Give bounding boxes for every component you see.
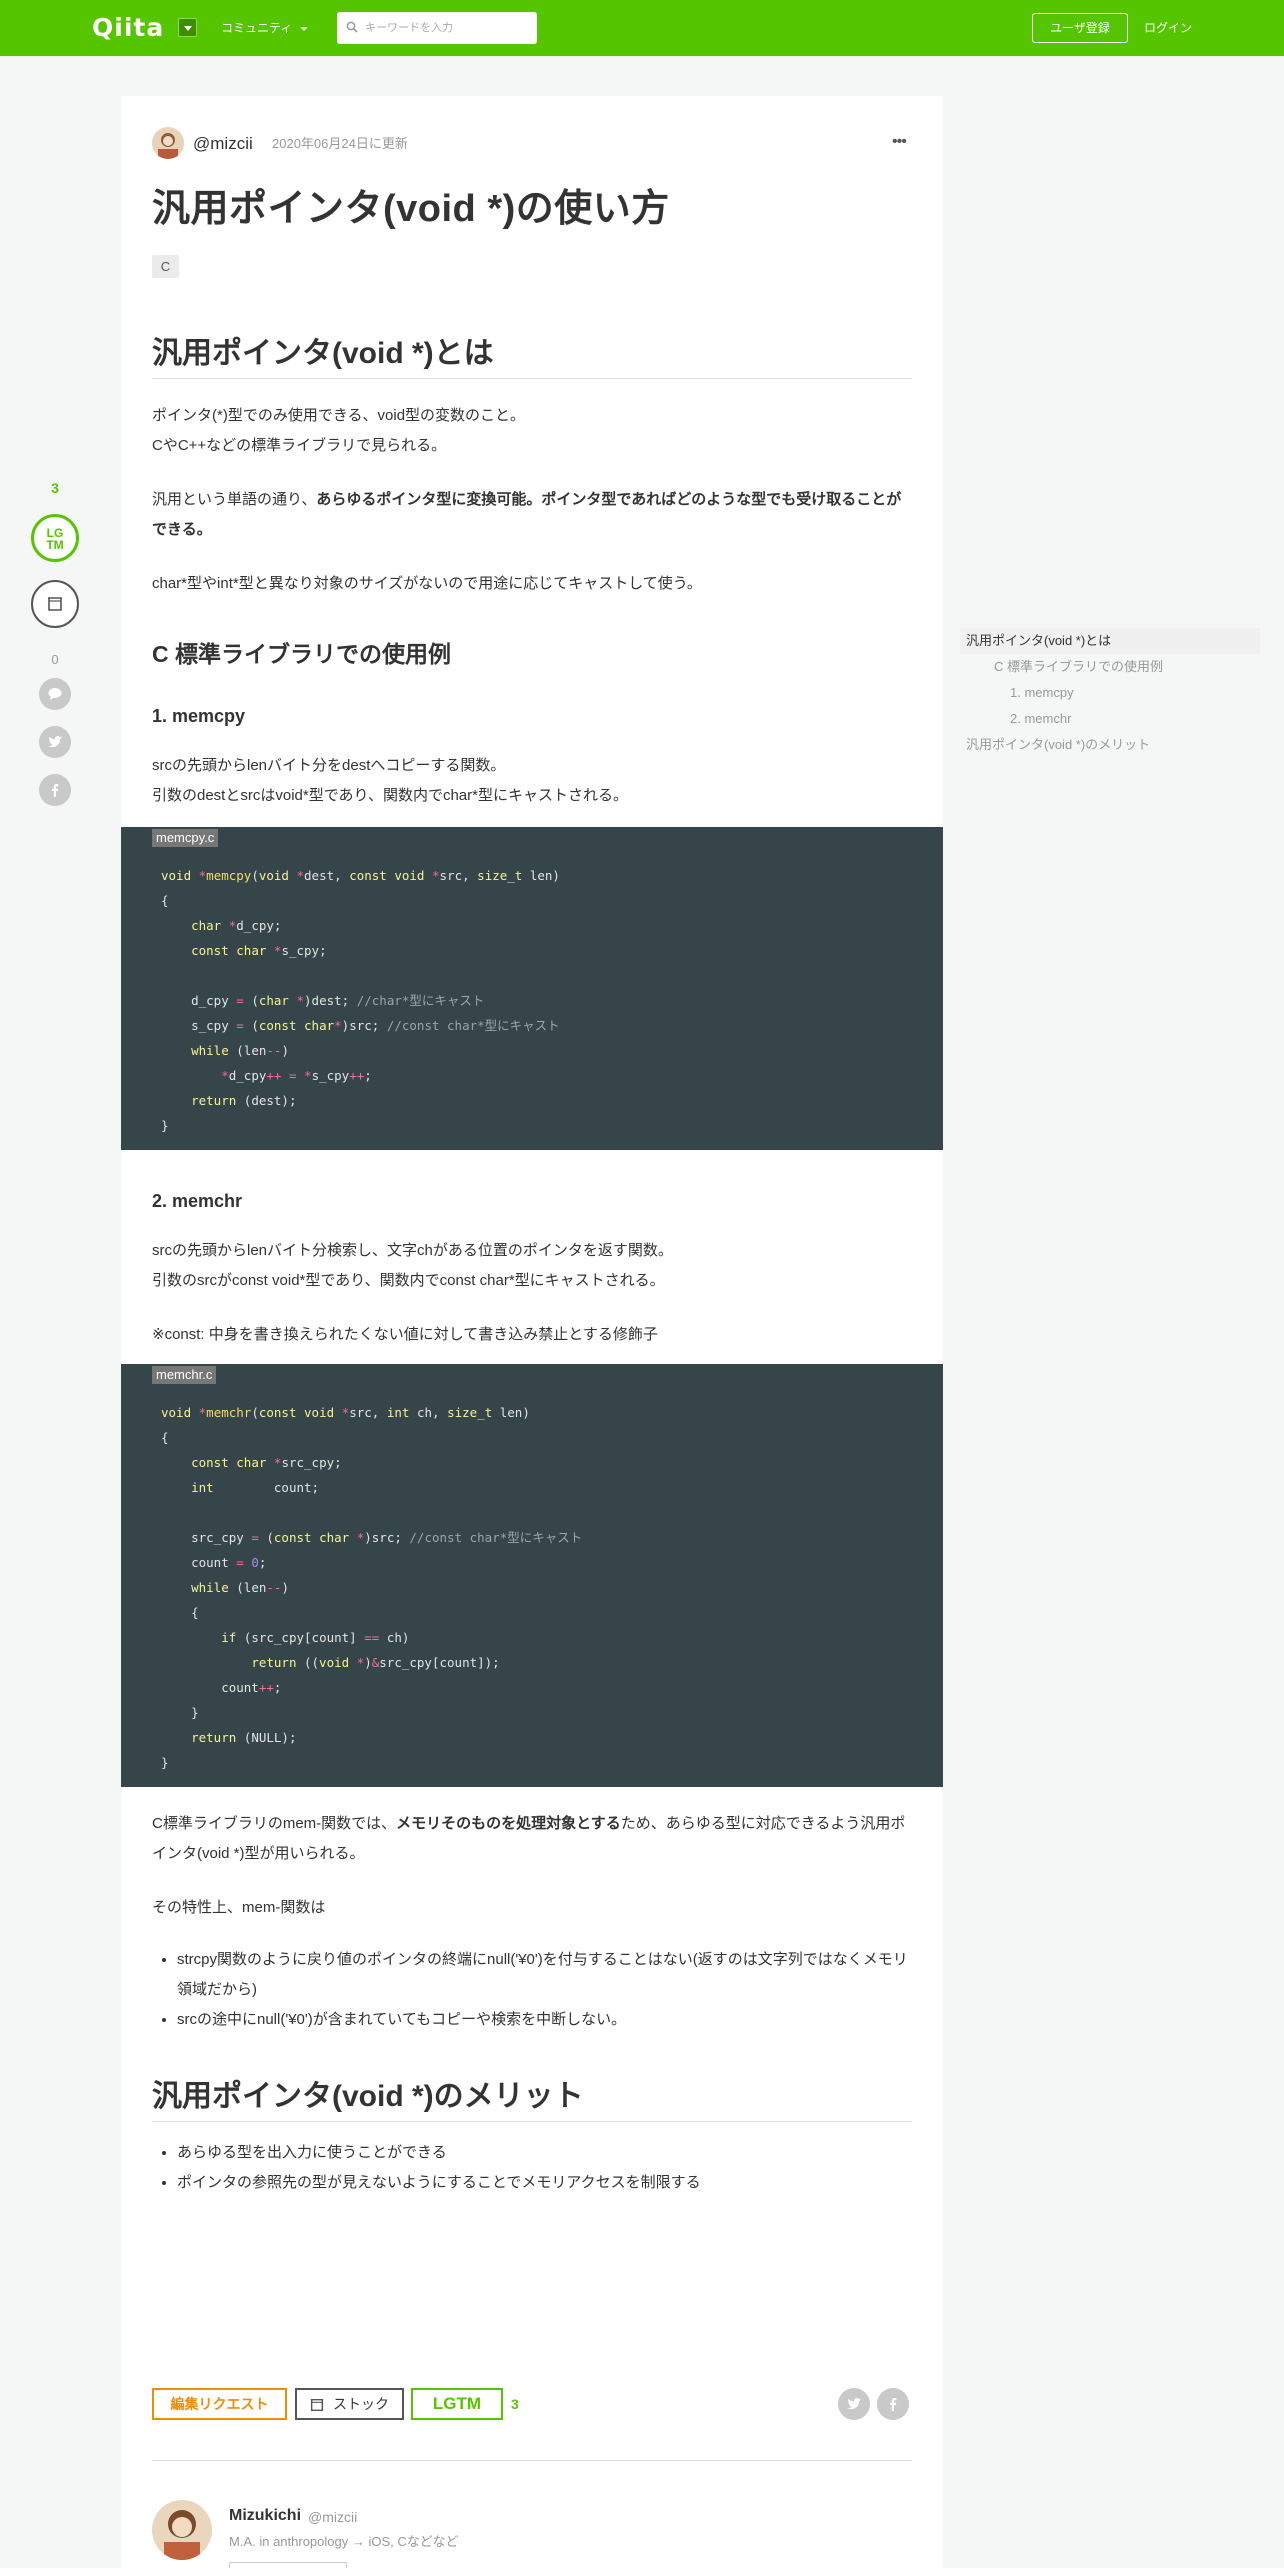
toc-item[interactable]: 2. memchr — [960, 706, 1260, 732]
paragraph-generic: 汎用という単語の通り、あらゆるポインタ型に変換可能。ポインタ型であればどのような… — [152, 485, 912, 545]
toc-item[interactable]: 汎用ポインタ(void *)のメリット — [960, 732, 1260, 758]
page-title: 汎用ポインタ(void *)の使い方 — [152, 188, 670, 230]
search-icon — [346, 21, 358, 33]
edit-request-button[interactable]: 編集リクエスト — [152, 2388, 287, 2420]
lgtm-button[interactable]: LG TM — [31, 514, 79, 562]
twitter-icon — [48, 736, 62, 748]
heading-lib: C 標準ライブラリでの使用例 — [152, 641, 451, 667]
paragraph-summary: C標準ライブラリのmem-関数では、メモリそのものを処理対象とするため、あらゆる… — [152, 1809, 912, 1869]
lgtm-label-bottom: TM — [46, 538, 64, 552]
stock-label: ストック — [333, 2396, 389, 2412]
paragraph-note: ※const: 中身を書き換えられたくない値に対して書き込み禁止とする修飾子 — [152, 1326, 658, 1343]
tag-c[interactable]: C — [152, 255, 179, 278]
twitter-icon — [847, 2398, 861, 2410]
heading-memchr: 2. memchr — [152, 1191, 243, 1211]
toc-item[interactable]: C 標準ライブラリでの使用例 — [960, 654, 1260, 680]
paragraph-line: srcの先頭からlenバイト分検索し、文字chがある位置のポインタを返す関数。 — [152, 1242, 673, 1259]
stock-icon — [310, 2398, 324, 2412]
paragraph-text: 汎用という単語の通り、 — [152, 491, 317, 508]
facebook-icon — [890, 2398, 897, 2411]
lgtm-count: 3 — [51, 480, 59, 496]
paragraph-line: ポインタ(*)型でのみ使用できる、void型の変数のこと。 — [152, 407, 526, 424]
facebook-share-footer[interactable] — [877, 2388, 909, 2420]
more-menu-icon[interactable]: ••• — [892, 134, 907, 150]
profile-description: M.A. in anthropology → iOS, Cなどなど — [229, 2534, 459, 2549]
paragraph-line: 引数のdestとsrcはvoid*型であり、関数内でchar*型にキャストされる… — [152, 787, 628, 804]
heading-what: 汎用ポインタ(void *)とは — [152, 334, 912, 379]
author-avatar[interactable] — [152, 127, 184, 159]
code-block-memcpy[interactable]: memcpy.c void *memcpy(void *dest, const … — [121, 827, 943, 1150]
summary-text: C標準ライブラリのmem-関数では、 — [152, 1815, 397, 1832]
search-input[interactable] — [365, 12, 533, 44]
facebook-icon — [52, 784, 59, 797]
follow-button[interactable] — [229, 2562, 347, 2568]
list-item: srcの途中にnull('¥0')が含まれていてもコピーや検索を中断しない。 — [177, 2005, 912, 2035]
signup-button[interactable]: ユーザ登録 — [1032, 13, 1128, 43]
table-of-contents: 汎用ポインタ(void *)とは C 標準ライブラリでの使用例 1. memcp… — [960, 628, 1260, 758]
comment-count: 0 — [51, 652, 59, 667]
qiita-logo[interactable]: Qiita — [92, 14, 164, 42]
article-body: 汎用ポインタ(void *)とは ポインタ(*)型でのみ使用できる、void型の… — [121, 334, 943, 2198]
merit-list: あらゆる型を出入力に使うことができる ポインタの参照先の型が見えないようにするこ… — [177, 2138, 912, 2198]
paragraph-line: 引数のsrcがconst void*型であり、関数内でconst char*型に… — [152, 1272, 665, 1289]
code-block-memchr[interactable]: memchr.c void *memchr(const void *src, i… — [121, 1364, 943, 1787]
article-card: @mizcii 2020年06月24日に更新 ••• 汎用ポインタ(void *… — [121, 96, 943, 2568]
paragraph-line: CやC++などの標準ライブラリで見られる。 — [152, 437, 447, 454]
paragraph-trait: その特性上、mem-関数は — [152, 1899, 326, 1916]
updated-date: 2020年06月24日に更新 — [272, 136, 408, 151]
author-name[interactable]: @mizcii — [193, 134, 253, 154]
paragraph-cast: char*型やint*型と異なり対象のサイズがないので用途に応じてキャストして使… — [152, 575, 702, 592]
list-item: strcpy関数のように戻り値のポインタの終端にnull('¥0')を付与するこ… — [177, 1945, 912, 2005]
global-header: Qiita コミュニティ ユーザ登録 ログイン — [0, 0, 1284, 56]
toc-item[interactable]: 1. memcpy — [960, 680, 1260, 706]
service-menu-icon[interactable] — [178, 18, 197, 37]
heading-merit: 汎用ポインタ(void *)のメリット — [152, 2077, 912, 2122]
heading-memcpy: 1. memcpy — [152, 706, 246, 726]
list-item: ポインタの参照先の型が見えないようにすることでメモリアクセスを制限する — [177, 2168, 912, 2198]
toc-item[interactable]: 汎用ポインタ(void *)とは — [960, 628, 1260, 654]
comment-button[interactable] — [39, 678, 71, 710]
paragraph-line: srcの先頭からlenバイト分をdestへコピーする関数。 — [152, 757, 506, 774]
profile-handle[interactable]: @mizcii — [308, 2508, 357, 2526]
profile-name[interactable]: Mizukichi — [229, 2506, 301, 2526]
list-item: あらゆる型を出入力に使うことができる — [177, 2138, 912, 2168]
chevron-down-icon[interactable] — [300, 27, 308, 31]
login-link[interactable]: ログイン — [1144, 19, 1192, 37]
lgtm-footer-count: 3 — [511, 2396, 519, 2412]
profile-avatar[interactable] — [152, 2500, 212, 2560]
summary-emphasis: メモリそのものを処理対象とする — [396, 1815, 621, 1832]
twitter-share-footer[interactable] — [838, 2388, 870, 2420]
search-box — [337, 12, 537, 44]
facebook-share-button[interactable] — [39, 774, 71, 806]
divider — [152, 2460, 912, 2461]
trait-list: strcpy関数のように戻り値のポインタの終端にnull('¥0')を付与するこ… — [177, 1945, 912, 2035]
lgtm-footer-button[interactable]: LGTM — [411, 2388, 503, 2420]
twitter-share-button[interactable] — [39, 726, 71, 758]
stock-button[interactable] — [31, 580, 79, 628]
community-menu[interactable]: コミュニティ — [221, 20, 292, 36]
stock-icon — [48, 597, 62, 611]
code-filename: memcpy.c — [152, 829, 219, 847]
stock-footer-button[interactable]: ストック — [295, 2388, 404, 2420]
code-filename: memchr.c — [152, 1366, 217, 1384]
comment-icon — [48, 688, 62, 700]
